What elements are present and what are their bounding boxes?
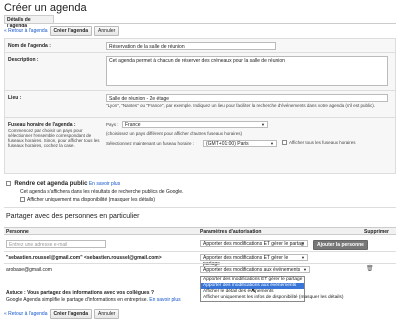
bottom-nav-row: « Retour à l'agenda Créer l'agenda Annul… bbox=[4, 308, 120, 319]
chevron-down-icon: ▼ bbox=[303, 267, 307, 272]
mouse-cursor-icon: ↖ bbox=[251, 288, 257, 295]
col-remove: Supprimer bbox=[364, 229, 390, 235]
chevron-down-icon: ▼ bbox=[261, 122, 265, 127]
tip-text: Google Agenda simplifie le partage d'inf… bbox=[6, 297, 181, 303]
location-label: Lieu : bbox=[8, 95, 22, 101]
public-description: Cet agenda s'affichera dans les résultat… bbox=[20, 189, 184, 195]
section-divider bbox=[4, 207, 396, 208]
chevron-down-icon: ▼ bbox=[301, 241, 305, 246]
dropdown-option[interactable]: Afficher uniquement les infos de disponi… bbox=[201, 295, 343, 301]
show-all-timezones-option: Afficher tous les fuseaux horaires bbox=[282, 140, 356, 146]
chevron-down-icon: ▼ bbox=[270, 141, 274, 146]
add-permission-select[interactable]: Apporter des modifications ET gérer le p… bbox=[200, 240, 308, 247]
row-divider bbox=[4, 251, 396, 252]
freebusy-checkbox[interactable] bbox=[20, 197, 25, 203]
create-calendar-button[interactable]: Créer l'agenda bbox=[49, 25, 93, 36]
country-label: Pays : bbox=[106, 122, 119, 127]
trash-icon[interactable]: 🗑 bbox=[366, 265, 374, 272]
share-row-permission-select[interactable]: Apporter des modifications aux événement… bbox=[200, 266, 310, 273]
tip-title: Astuce : Vous partagez des informations … bbox=[6, 290, 155, 296]
location-hint: "Lyon", "Nantes" ou "France", par exempl… bbox=[106, 103, 376, 108]
country-value: France bbox=[125, 122, 141, 128]
description-textarea[interactable]: Cet agenda permet à chacun de réserver d… bbox=[106, 56, 388, 86]
tab-calendar-details[interactable]: Détails de l'agenda bbox=[4, 15, 54, 29]
freebusy-option: Afficher uniquement ma disponibilité (ma… bbox=[20, 197, 155, 203]
location-row: Lieu : Salle de réunion - 2e étage "Lyon… bbox=[5, 91, 395, 118]
add-permission-value: Apporter des modifications ET gérer le p… bbox=[203, 241, 304, 247]
share-row-person: arobase@gmail.com bbox=[6, 267, 52, 273]
description-label: Description : bbox=[8, 57, 39, 63]
public-checkbox[interactable] bbox=[6, 181, 11, 187]
description-row: Description : Cet agenda permet à chacun… bbox=[5, 53, 395, 91]
back-link[interactable]: « Retour à l'agenda bbox=[4, 28, 48, 34]
share-title: Partager avec des personnes en particuli… bbox=[6, 213, 140, 220]
timezone-value: (GMT+01:00) Paris bbox=[206, 141, 249, 147]
timezone-description: Commencez par choisir un pays pour sélec… bbox=[8, 128, 100, 148]
create-calendar-button[interactable]: Créer l'agenda bbox=[49, 308, 93, 319]
cancel-button[interactable]: Annuler bbox=[94, 25, 120, 36]
country-select[interactable]: France ▼ bbox=[122, 121, 268, 128]
top-nav-row: « Retour à l'agenda Créer l'agenda Annul… bbox=[4, 25, 120, 36]
back-link[interactable]: « Retour à l'agenda bbox=[4, 311, 48, 317]
timezone-select[interactable]: (GMT+01:00) Paris ▼ bbox=[203, 140, 277, 147]
tip-body: Google Agenda simplifie le partage d'inf… bbox=[6, 297, 148, 303]
share-row-permission-select[interactable]: Apporter des modifications ET gérer le p… bbox=[200, 254, 308, 267]
share-email-input[interactable]: Entrez une adresse e-mail bbox=[6, 240, 106, 248]
location-input[interactable]: Salle de réunion - 2e étage bbox=[106, 94, 388, 102]
public-section: Rendre cet agenda public En savoir plus bbox=[6, 181, 120, 187]
timezone-row: Fuseau horaire de l'agenda : Commencez p… bbox=[5, 118, 395, 174]
chevron-down-icon: ▼ bbox=[301, 255, 305, 260]
cancel-button[interactable]: Annuler bbox=[94, 308, 120, 319]
freebusy-label: Afficher uniquement ma disponibilité (ma… bbox=[27, 197, 156, 203]
name-row: Nom de l'agenda : Réservation de la sall… bbox=[5, 39, 395, 53]
col-permissions: Paramètres d'autorisation bbox=[200, 229, 262, 235]
show-all-timezones-checkbox[interactable] bbox=[282, 140, 287, 146]
col-person: Personne bbox=[6, 229, 29, 235]
tab-divider bbox=[4, 23, 396, 24]
share-row-person: "sebastien.roussel@gmail.com" <sebastien… bbox=[6, 255, 162, 261]
tip-learn-more-link[interactable]: En savoir plus bbox=[149, 297, 180, 303]
timezone-select-label: Sélectionnez maintenant un fuseau horair… bbox=[106, 141, 195, 146]
country-hint: (choisissez un pays différent pour affic… bbox=[106, 131, 243, 136]
share-table-header: Personne Paramètres d'autorisation Suppr… bbox=[4, 227, 396, 235]
row-divider bbox=[4, 263, 396, 264]
page-title: Créer un agenda bbox=[4, 2, 87, 14]
public-title: Rendre cet agenda public bbox=[14, 181, 88, 187]
share-row-permission-value: Apporter des modifications aux événement… bbox=[203, 267, 301, 273]
show-all-timezones-label: Afficher tous les fuseaux horaires bbox=[289, 140, 356, 145]
name-label: Nom de l'agenda : bbox=[8, 43, 51, 49]
details-form: Nom de l'agenda : Réservation de la sall… bbox=[4, 38, 396, 174]
public-learn-more-link[interactable]: En savoir plus bbox=[89, 181, 120, 187]
add-person-button[interactable]: Ajouter la personne bbox=[313, 240, 368, 250]
calendar-name-input[interactable]: Réservation de la salle de réunion bbox=[106, 42, 276, 50]
